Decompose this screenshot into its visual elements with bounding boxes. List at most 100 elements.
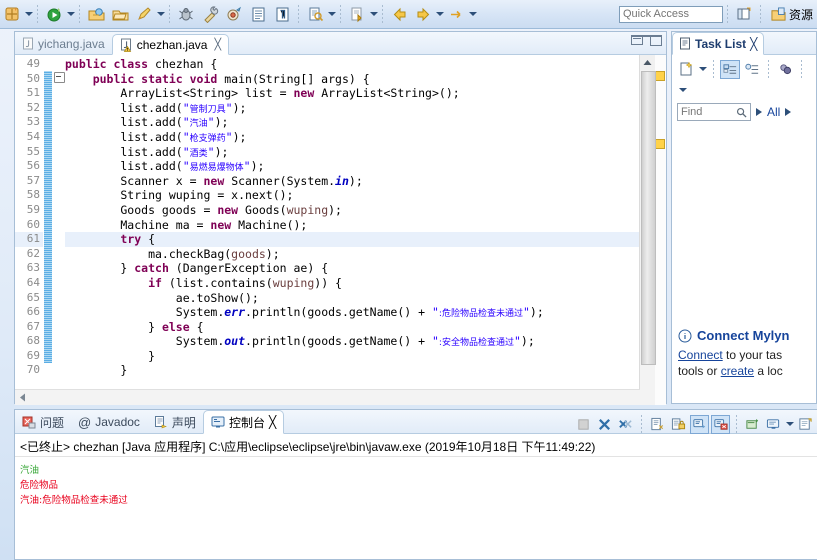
new-package-icon[interactable]: [270, 2, 294, 26]
debug-bug-icon[interactable]: [174, 2, 198, 26]
source-code-text[interactable]: public class chezhan { public static voi…: [65, 55, 640, 405]
code-viewport[interactable]: 49 50 51 52 53 54 55 56 57 58 59 60 61 62 63 64 65 66 67 68…: [15, 55, 666, 405]
display-selected-console-icon[interactable]: [764, 415, 783, 434]
mylyn-create-link[interactable]: create: [721, 364, 754, 378]
code-line[interactable]: }: [65, 363, 640, 378]
coverage-icon[interactable]: [222, 2, 246, 26]
perspective-label: 资源: [788, 7, 813, 22]
tab-problems[interactable]: 问题: [15, 411, 71, 433]
external-tools-wrench-icon[interactable]: [198, 2, 222, 26]
code-line[interactable]: list.add("汽油");: [65, 115, 640, 130]
focus-on-workweek-icon[interactable]: [775, 60, 795, 79]
filter-next-icon[interactable]: [785, 108, 792, 116]
back-icon[interactable]: [387, 2, 411, 26]
run-dropdown-arrow[interactable]: [156, 2, 165, 26]
open-console-icon[interactable]: [796, 415, 815, 434]
scroll-left-button[interactable]: [15, 390, 30, 404]
new-wizard-dropdown-arrow[interactable]: [24, 2, 33, 26]
code-line[interactable]: list.add("酒类");: [65, 145, 640, 160]
code-line[interactable]: public class chezhan {: [65, 57, 640, 72]
code-line[interactable]: ma.checkBag(goods);: [65, 247, 640, 262]
code-line[interactable]: System.out.println(goods.getName() + ":安…: [65, 334, 640, 349]
tab-javadoc[interactable]: @ Javadoc: [71, 411, 147, 433]
editor-tab-bar: yichang.java chezhan.java ╳: [15, 32, 666, 55]
warning-marker[interactable]: [655, 139, 665, 149]
new-task-dropdown-arrow[interactable]: [698, 57, 707, 81]
folding-column[interactable]: [53, 55, 65, 405]
forward-dropdown-arrow[interactable]: [435, 2, 444, 26]
mylyn-connect-link[interactable]: Connect: [678, 348, 723, 362]
search-doc-icon[interactable]: [303, 2, 327, 26]
open-perspective-icon[interactable]: [732, 2, 756, 26]
scroll-lock-icon[interactable]: [669, 415, 688, 434]
run-last-icon[interactable]: [132, 2, 156, 26]
scrollbar-thumb[interactable]: [641, 71, 656, 365]
new-wizard-icon[interactable]: [0, 2, 24, 26]
line-number: 49: [26, 57, 40, 70]
open-resource-icon[interactable]: [108, 2, 132, 26]
maximize-icon[interactable]: [650, 35, 662, 46]
editor-tab-chezhan[interactable]: chezhan.java ╳: [111, 34, 230, 55]
editor-vertical-scrollbar[interactable]: [639, 55, 656, 405]
display-console-dropdown-arrow[interactable]: [785, 412, 794, 436]
last-edit-dropdown-arrow[interactable]: [468, 2, 477, 26]
open-type-icon[interactable]: [84, 2, 108, 26]
eclipse-window: 资源 yichang.java chezhan.java: [0, 0, 817, 560]
tab-task-list[interactable]: Task List ╳: [672, 32, 765, 55]
clear-console-icon[interactable]: [648, 415, 667, 434]
editor-tab-yichang[interactable]: yichang.java: [15, 33, 112, 54]
scroll-up-button[interactable]: [640, 55, 655, 70]
quick-access-input[interactable]: [618, 5, 723, 23]
new-task-icon[interactable]: [676, 60, 696, 79]
code-line[interactable]: ae.toShow();: [65, 291, 640, 306]
show-console-on-error-icon[interactable]: [711, 414, 730, 434]
perspective-resource-button[interactable]: 资源: [765, 6, 813, 23]
fold-collapse-icon[interactable]: [54, 72, 65, 83]
view-menu-icon[interactable]: [678, 78, 687, 102]
tab-declaration[interactable]: 声明: [147, 411, 203, 433]
code-line[interactable]: Machine ma = new Machine();: [65, 218, 640, 233]
code-line[interactable]: }: [65, 349, 640, 364]
pin-console-icon[interactable]: [743, 415, 762, 434]
next-annotation-dropdown-arrow[interactable]: [369, 2, 378, 26]
new-java-class-icon[interactable]: [246, 2, 270, 26]
debug-dropdown-arrow[interactable]: [66, 2, 75, 26]
editor-tab-close-icon[interactable]: ╳: [214, 38, 221, 51]
line-number: 50: [26, 71, 40, 85]
tab-console[interactable]: 控制台 ╳: [202, 410, 285, 434]
console-tab-label: 声明: [171, 415, 196, 430]
filter-all-label[interactable]: All: [767, 105, 780, 119]
remove-all-terminated-icon[interactable]: [616, 415, 635, 434]
minimize-icon[interactable]: [631, 36, 643, 45]
categorized-presentation-icon[interactable]: [720, 59, 740, 79]
code-line[interactable]: Scanner x = new Scanner(System.in);: [65, 174, 640, 189]
code-line[interactable]: public static void main(String[] args) {: [65, 72, 640, 87]
code-line[interactable]: list.add("易燃易爆物体");: [65, 159, 640, 174]
forward-icon[interactable]: [411, 2, 435, 26]
line-number: 67: [26, 319, 40, 333]
task-list-close-icon[interactable]: ╳: [750, 37, 757, 51]
last-edit-location-icon[interactable]: [444, 2, 468, 26]
show-console-on-output-icon[interactable]: [690, 414, 709, 434]
console-tab-close-icon[interactable]: ╳: [269, 415, 276, 429]
editor-horizontal-scrollbar[interactable]: [15, 389, 640, 405]
code-line[interactable]: list.add("管制刀具");: [65, 101, 640, 116]
code-line[interactable]: ArrayList<String> list = new ArrayList<S…: [65, 86, 640, 101]
code-line[interactable]: } catch (DangerException ae) {: [65, 261, 640, 276]
search-dropdown-arrow[interactable]: [327, 2, 336, 26]
code-line[interactable]: try {: [65, 232, 640, 247]
next-annotation-icon[interactable]: [345, 2, 369, 26]
code-line[interactable]: System.err.println(goods.getName() + ":危…: [65, 305, 640, 320]
console-output[interactable]: 汽油 危险物品 汽油:危险物品检查未通过: [15, 457, 817, 514]
find-input[interactable]: Find: [677, 103, 751, 121]
code-line[interactable]: if (list.contains(wuping)) {: [65, 276, 640, 291]
filter-prev-icon[interactable]: [756, 108, 762, 116]
remove-launch-icon[interactable]: [595, 415, 614, 434]
code-line[interactable]: list.add("枪支弹药");: [65, 130, 640, 145]
code-line[interactable]: } else {: [65, 320, 640, 335]
scheduled-presentation-icon[interactable]: [742, 60, 762, 79]
warning-marker[interactable]: [655, 71, 665, 81]
code-line[interactable]: Goods goods = new Goods(wuping);: [65, 203, 640, 218]
code-line[interactable]: String wuping = x.next();: [65, 188, 640, 203]
debug-run-icon[interactable]: [42, 2, 66, 26]
